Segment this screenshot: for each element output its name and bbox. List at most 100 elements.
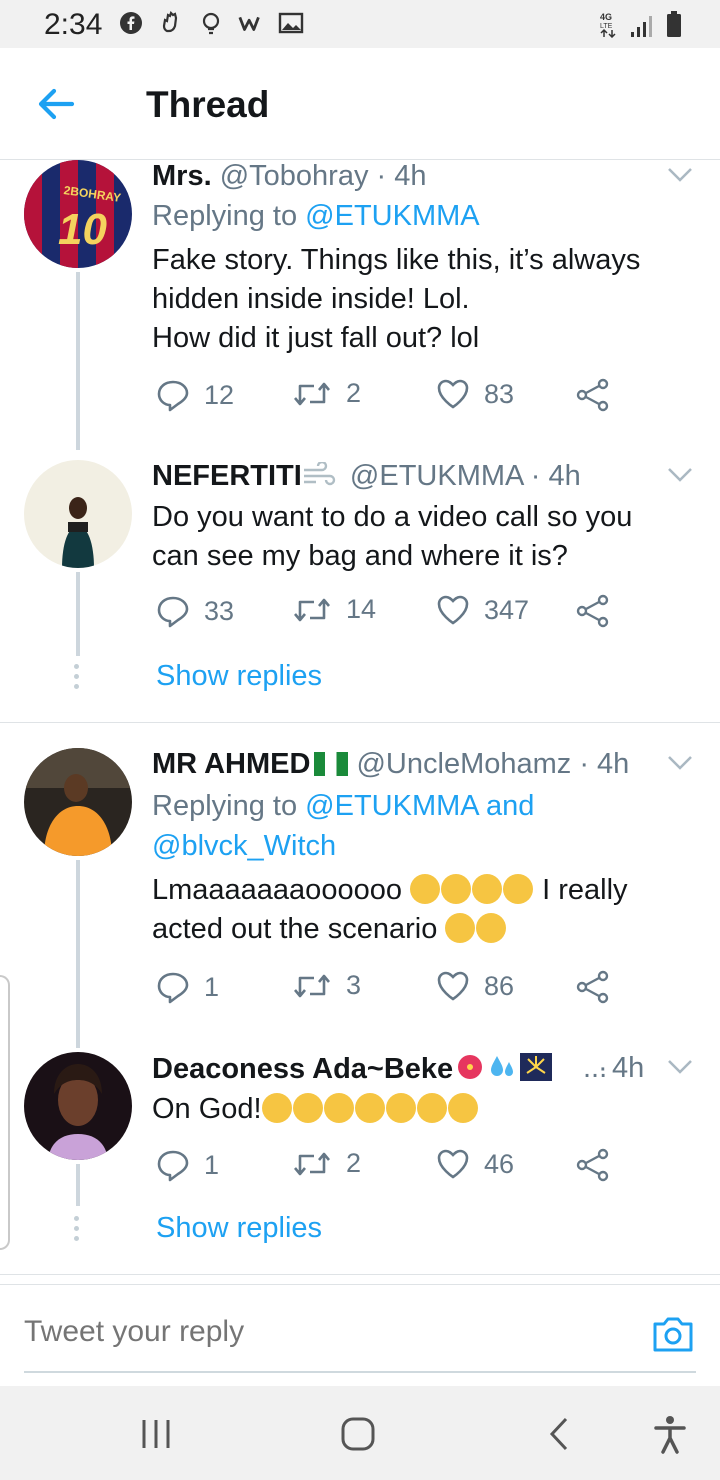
- edge-panel-handle[interactable]: [0, 975, 10, 1250]
- accessibility-button[interactable]: [650, 1414, 690, 1454]
- mention-link[interactable]: @blvck_Witch: [152, 830, 336, 862]
- tweet-line: On God!: [152, 1093, 262, 1125]
- 4g-lte-icon: 4GLTE: [600, 12, 616, 38]
- reply-button[interactable]: 12: [156, 378, 234, 412]
- thread-line: [76, 572, 80, 656]
- avatar[interactable]: [24, 1052, 132, 1160]
- rofl-face-icon: [447, 1093, 478, 1123]
- display-name[interactable]: Mrs.: [152, 160, 212, 192]
- tweet-text: Do you want to do a video call so you ca…: [152, 498, 692, 576]
- mention-link[interactable]: @ETUKMMA: [305, 200, 479, 232]
- arrow-left-icon: [38, 88, 75, 120]
- share-icon: [576, 1148, 609, 1182]
- recent-apps-button[interactable]: [136, 1414, 176, 1454]
- handle[interactable]: @ETUKMMA: [350, 460, 523, 492]
- back-nav-button[interactable]: [540, 1414, 580, 1454]
- reply-icon: [157, 1150, 189, 1182]
- tweet-tobohray[interactable]: 2BOHRAY 10 Mrs. @Tobohray · 4h Replying t…: [0, 160, 720, 450]
- svg-text:LTE: LTE: [600, 23, 613, 30]
- retweet-button[interactable]: 3: [292, 970, 361, 1001]
- tweet-line: hidden inside inside! Lol.: [152, 283, 470, 315]
- like-count: 46: [484, 1148, 515, 1179]
- handle[interactable]: @UncleMohamz: [356, 748, 571, 780]
- system-indicators: 4G LTE: [598, 10, 682, 38]
- timestamp-sep: ·: [598, 1052, 608, 1084]
- mention-link[interactable]: @ETUKMMA and: [305, 790, 534, 822]
- status-bar: 2:34 4G LTE: [0, 0, 720, 48]
- like-button[interactable]: 46: [436, 1148, 514, 1180]
- like-count: 86: [484, 970, 515, 1001]
- wind-emoji-icon: [303, 460, 336, 486]
- chevron-down-icon[interactable]: [666, 466, 694, 484]
- retweet-icon: [294, 382, 330, 405]
- home-button[interactable]: [338, 1414, 378, 1454]
- share-button[interactable]: [576, 1148, 610, 1182]
- reply-button[interactable]: 33: [156, 594, 234, 628]
- tweet-etukmma[interactable]: NEFERTITI @ETUKMMA · 4h Do you want to d…: [0, 460, 720, 722]
- grinning-sweat-icon: [292, 1093, 323, 1123]
- handle[interactable]: @Tobohray: [220, 160, 369, 192]
- reply-button[interactable]: 1: [156, 1148, 219, 1182]
- droplets-emoji-icon: [491, 1056, 514, 1076]
- reply-count: 1: [204, 971, 220, 1002]
- like-button[interactable]: 347: [436, 594, 529, 626]
- tweet-header: Mrs. @Tobohray · 4h: [152, 160, 427, 192]
- show-replies-link[interactable]: Show replies: [156, 660, 322, 693]
- system-navigation-bar: [0, 1386, 720, 1480]
- tweet-header: MR AHMED @UncleMohamz · 4h: [152, 748, 630, 780]
- avatar[interactable]: [24, 460, 132, 568]
- avatar[interactable]: [24, 748, 132, 856]
- share-button[interactable]: [576, 378, 610, 412]
- grinning-sweat-icon: [323, 1093, 354, 1123]
- retweet-count: 2: [346, 1148, 362, 1178]
- reply-count: 12: [204, 379, 235, 410]
- thread-line: [76, 1164, 80, 1206]
- heart-icon: [437, 379, 469, 409]
- retweet-button[interactable]: 2: [292, 1148, 361, 1179]
- display-name[interactable]: MR AHMED: [152, 748, 310, 780]
- facebook-icon: [118, 10, 144, 36]
- tweet-actions: 1 3 86: [152, 970, 632, 1010]
- tweet-unclemohamz[interactable]: MR AHMED @UncleMohamz · 4h Replying to @…: [0, 748, 720, 1048]
- tweet-line: can see my bag and where it is?: [152, 540, 568, 572]
- svg-text:4G: 4G: [600, 12, 612, 22]
- avatar[interactable]: 2BOHRAY 10: [24, 160, 132, 268]
- notification-icons: [118, 10, 304, 36]
- tweet-line: How did it just fall out? lol: [152, 322, 480, 354]
- fireworks-emoji-icon: [520, 1053, 553, 1081]
- like-button[interactable]: 86: [436, 970, 514, 1002]
- tweet-line: Fake story. Things like this, it’s alway…: [152, 244, 641, 276]
- tweet-line: Do you want to do a video call so you: [152, 501, 633, 533]
- reply-composer: [0, 1284, 720, 1386]
- tweet-line: acted out the scenario: [152, 913, 438, 945]
- like-button[interactable]: 83: [436, 378, 514, 410]
- reply-count: 1: [204, 1149, 220, 1180]
- retweet-button[interactable]: 2: [292, 378, 361, 409]
- retweet-count: 14: [346, 594, 377, 624]
- retweet-icon: [294, 974, 330, 997]
- replying-to: Replying to @ETUKMMA and @blvck_Witch: [152, 786, 672, 866]
- reply-icon: [157, 972, 189, 1004]
- reply-count: 33: [204, 595, 235, 626]
- share-button[interactable]: [576, 594, 610, 628]
- tweet-reply-input[interactable]: [24, 1315, 624, 1349]
- display-name[interactable]: NEFERTITI: [152, 460, 302, 492]
- thread-line: [76, 860, 80, 1048]
- share-icon: [576, 594, 609, 628]
- crying-face-icon: [261, 1093, 292, 1123]
- display-name[interactable]: Deaconess Ada~Beke: [152, 1053, 453, 1085]
- show-replies-link[interactable]: Show replies: [156, 1212, 322, 1245]
- chevron-down-icon[interactable]: [666, 1058, 694, 1076]
- retweet-button[interactable]: 14: [292, 594, 376, 625]
- thread-line: [76, 272, 80, 450]
- replying-prefix: Replying to: [152, 790, 306, 822]
- back-button[interactable]: [34, 84, 78, 124]
- reply-button[interactable]: 1: [156, 970, 219, 1004]
- hibiscus-emoji-icon: [458, 1055, 483, 1079]
- camera-button[interactable]: [652, 1315, 694, 1353]
- heart-icon: [437, 595, 469, 625]
- chevron-down-icon[interactable]: [666, 166, 694, 184]
- share-button[interactable]: [576, 970, 610, 1004]
- tweet-deaconess[interactable]: Deaconess Ada~Beke ... · 4h On God! 1 2 …: [0, 1052, 720, 1262]
- chevron-down-icon[interactable]: [666, 754, 694, 772]
